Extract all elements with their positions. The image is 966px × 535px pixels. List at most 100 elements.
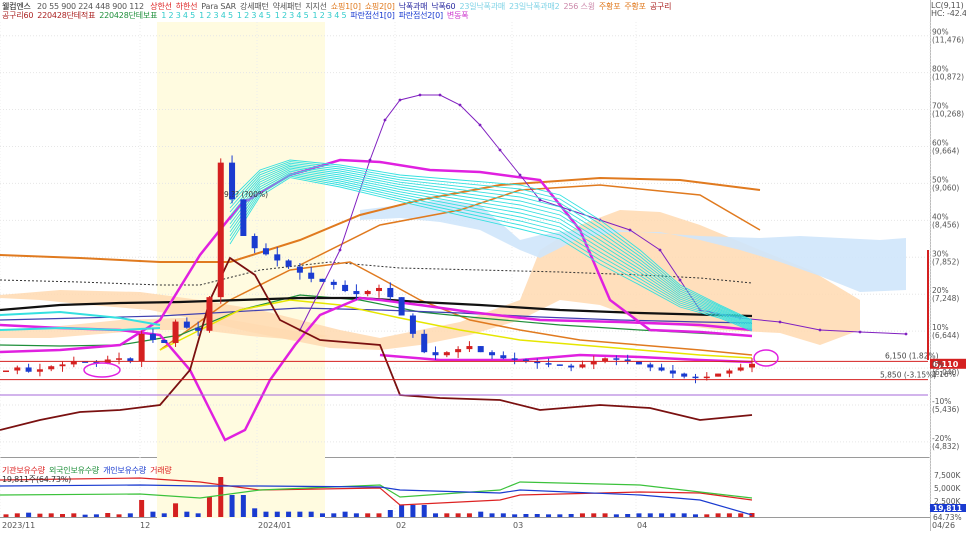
candle-body bbox=[262, 248, 269, 255]
volume-bar bbox=[240, 495, 246, 517]
legend-item: 1 2 3 4 5 bbox=[199, 11, 233, 20]
volume-bar bbox=[726, 513, 732, 517]
x-axis-label: 12 bbox=[140, 521, 150, 530]
candle-body bbox=[3, 370, 9, 373]
candle-body bbox=[251, 236, 258, 249]
legend-item: 주황포 bbox=[624, 2, 646, 11]
legend-row-2: 공구리60 220428단테적표 220428단테보표 1 2 3 4 51 2 3 … bbox=[2, 10, 476, 21]
candle-body bbox=[149, 333, 156, 340]
candle-body bbox=[364, 291, 371, 295]
volume-bar bbox=[308, 511, 314, 517]
volume-bar bbox=[433, 513, 439, 517]
purple-arc-point bbox=[538, 198, 542, 202]
volume-badge-value: 19,811 bbox=[933, 504, 962, 513]
volume-bar bbox=[353, 513, 359, 517]
legend-item: 파란접선2[0] bbox=[398, 11, 443, 20]
purple-arc-point bbox=[438, 93, 442, 97]
purple-arc-point bbox=[368, 158, 372, 162]
legend-item: 주황포 bbox=[598, 2, 621, 11]
legend-item: 220428단테적표 bbox=[37, 11, 96, 20]
x-axis-label: 04/26 bbox=[932, 521, 955, 530]
volume-bar bbox=[647, 513, 653, 517]
candle-body bbox=[195, 327, 202, 331]
volume-bar bbox=[557, 514, 563, 517]
volume-bar bbox=[704, 514, 710, 517]
volume-bar bbox=[206, 496, 212, 517]
volume-bar bbox=[229, 495, 235, 517]
candle-body bbox=[342, 284, 349, 292]
candle-body bbox=[217, 162, 224, 298]
volume-bar bbox=[670, 513, 676, 517]
candle-body bbox=[319, 278, 326, 282]
legend-item: 공구리 bbox=[649, 2, 672, 11]
candle-body bbox=[466, 346, 473, 350]
purple-arc-point bbox=[478, 123, 482, 127]
candle-body bbox=[183, 321, 190, 328]
volume-value-text: 19,811주(64.73%) bbox=[2, 475, 72, 484]
chart-root: 6,150 (1.82%) 5,850 (-3.15%) 6,110 1.16% 9,?… bbox=[0, 0, 966, 531]
candle-body bbox=[240, 199, 247, 236]
candle-body bbox=[14, 367, 21, 371]
volume-bar bbox=[82, 514, 88, 517]
volume-bar bbox=[579, 513, 585, 517]
volume-bar bbox=[410, 505, 416, 517]
volume-bar bbox=[738, 513, 744, 517]
candle-body bbox=[274, 254, 281, 261]
legend-item: 1 2 3 4 5 bbox=[274, 11, 309, 20]
volume-bar bbox=[466, 513, 472, 517]
purple-arc-point bbox=[904, 332, 908, 336]
right-axis-price: (10,872) bbox=[932, 73, 964, 82]
candle-body bbox=[545, 363, 552, 365]
candle-body bbox=[692, 376, 699, 379]
level-label-lower: 5,850 (-3.15%) bbox=[880, 371, 936, 380]
volume-bar bbox=[252, 508, 258, 517]
top-right-indicator-2: HC: -42.47 bbox=[931, 9, 966, 18]
purple-arc-point bbox=[628, 228, 632, 232]
right-axis-price: (9,664) bbox=[932, 146, 959, 155]
volume-bar bbox=[116, 514, 122, 517]
candle-body bbox=[455, 349, 462, 353]
volume-bar bbox=[218, 477, 224, 517]
volume-bar bbox=[455, 513, 461, 517]
candle-body bbox=[116, 358, 123, 360]
volume-bar bbox=[26, 512, 32, 517]
legend-item: 1 2 3 4 5 bbox=[161, 11, 196, 20]
candle-body bbox=[511, 358, 518, 360]
legend-item: 220428단테보표 bbox=[99, 11, 158, 20]
volume-bar bbox=[613, 514, 619, 517]
candle-body bbox=[206, 297, 213, 331]
volume-bar bbox=[173, 503, 179, 517]
candle-body bbox=[568, 365, 575, 368]
volume-bar bbox=[3, 514, 9, 517]
candle-body bbox=[715, 373, 722, 377]
volume-bar bbox=[331, 513, 337, 517]
right-axis-price: (8,456) bbox=[932, 220, 959, 229]
candle-body bbox=[161, 339, 168, 343]
volume-bar bbox=[715, 513, 721, 517]
candle-body bbox=[376, 287, 382, 292]
candle-body bbox=[36, 369, 43, 372]
volume-bar bbox=[625, 514, 631, 517]
candle-body bbox=[681, 373, 688, 377]
volume-bar bbox=[602, 513, 608, 517]
candle-body bbox=[737, 367, 744, 371]
candle-body bbox=[296, 266, 303, 273]
x-axis-label: 04 bbox=[637, 521, 647, 530]
candle-body bbox=[432, 352, 439, 356]
legend-item: 1 2 3 4 5 bbox=[236, 11, 271, 20]
candle-body bbox=[489, 352, 496, 356]
volume-bar bbox=[523, 514, 529, 517]
volume-bar bbox=[636, 513, 642, 517]
purple-arc-point bbox=[498, 148, 502, 152]
candle-body bbox=[613, 358, 620, 360]
legend-item: 파란접선1[0] bbox=[350, 11, 395, 20]
spike-annotation: 9,?? (?00%) bbox=[224, 190, 268, 199]
volume-bar bbox=[591, 513, 597, 517]
volume-bar bbox=[274, 511, 280, 517]
candle-body bbox=[669, 370, 676, 374]
volume-bar bbox=[387, 510, 393, 517]
candle-body bbox=[421, 333, 428, 353]
volume-bar bbox=[37, 513, 43, 517]
candle-body bbox=[647, 364, 654, 368]
candle-body bbox=[556, 364, 563, 366]
